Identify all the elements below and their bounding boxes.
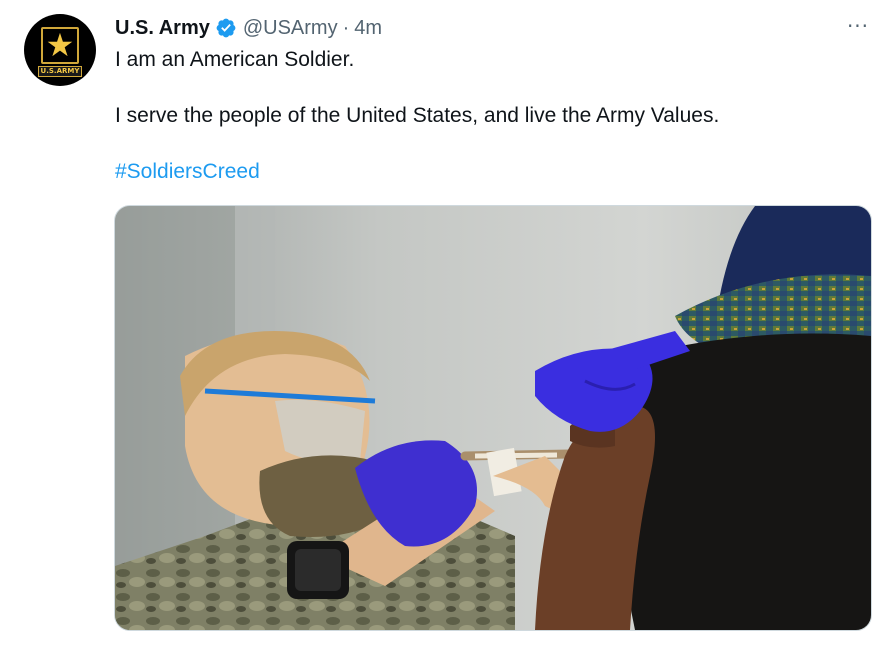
tweet[interactable]: ★ U.S.ARMY U.S. Army @USArmy · 4m ··· I … — [0, 0, 888, 650]
verified-badge-icon — [215, 17, 237, 39]
tweet-photo[interactable] — [114, 205, 872, 631]
tweet-text-line-1: I am an American Soldier. — [115, 48, 355, 71]
army-star-logo-icon: ★ — [41, 26, 79, 64]
vaccination-photo-illustration — [115, 206, 871, 630]
more-options-icon[interactable]: ··· — [844, 16, 872, 40]
author-handle[interactable]: @USArmy — [243, 17, 338, 40]
hashtag-link[interactable]: #SoldiersCreed — [115, 158, 260, 186]
tweet-timestamp[interactable]: 4m — [354, 17, 382, 40]
header-separator: · — [342, 16, 350, 39]
author-avatar[interactable]: ★ U.S.ARMY — [24, 14, 96, 86]
tweet-header: U.S. Army @USArmy · 4m — [115, 14, 382, 42]
tweet-text-line-2: I serve the people of the United States,… — [115, 104, 720, 127]
author-name[interactable]: U.S. Army — [115, 17, 210, 40]
avatar-badge: U.S.ARMY — [38, 66, 82, 77]
